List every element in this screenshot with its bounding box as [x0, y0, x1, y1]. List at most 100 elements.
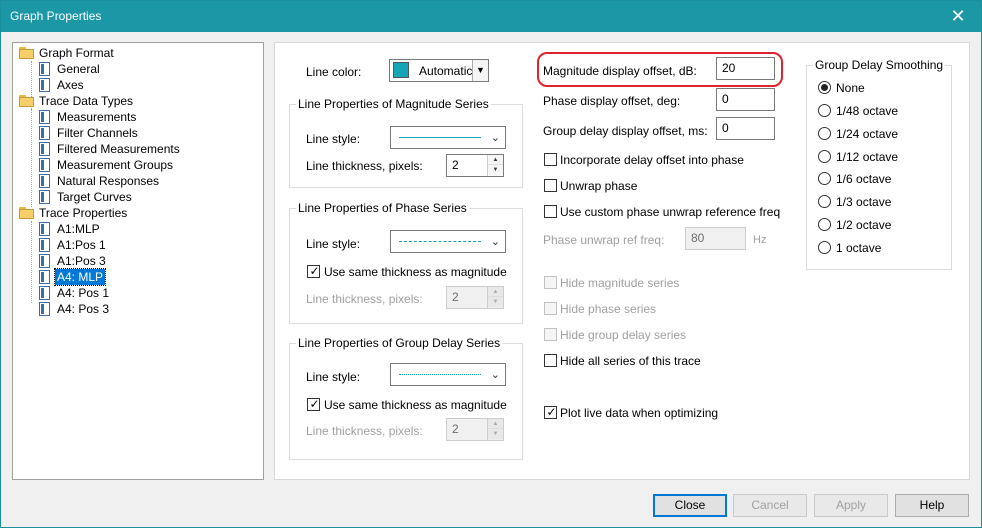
smoothing-option-label: 1/6 octave: [836, 172, 892, 186]
close-button[interactable]: Close: [653, 494, 727, 517]
smoothing-radio-1-3[interactable]: [818, 195, 831, 208]
phase-same-thickness-checkbox[interactable]: ✓: [307, 264, 320, 278]
magnitude-thickness-spinner[interactable]: 2 ▲ ▼: [446, 154, 504, 177]
plot-live-label: Plot live data when optimizing: [560, 406, 719, 420]
dash-dot-line-sample: [399, 374, 481, 375]
page-icon: [39, 222, 50, 236]
magnitude-series-group: Line Properties of Magnitude Series Line…: [289, 97, 523, 188]
smoothing-radio-1-6[interactable]: [818, 172, 831, 185]
smoothing-radio-1-12[interactable]: [818, 150, 831, 163]
line-color-dropdown[interactable]: Automatic ▼: [389, 59, 489, 82]
tree-item-measurements[interactable]: Measurements: [37, 109, 257, 125]
incorporate-delay-label: Incorporate delay offset into phase: [560, 153, 744, 167]
smoothing-radio-none[interactable]: [818, 81, 831, 94]
tree-connector: [31, 109, 32, 207]
tree-item-a4-mlp[interactable]: A4: MLP: [37, 268, 257, 286]
page-icon: [39, 190, 50, 204]
close-window-icon[interactable]: ✕: [935, 1, 981, 32]
hide-phase-label: Hide phase series: [560, 302, 657, 316]
page-icon: [39, 62, 50, 76]
window-title: Graph Properties: [10, 9, 102, 23]
hide-group-delay-label: Hide group delay series: [560, 328, 687, 342]
smoothing-option-label: 1/24 octave: [836, 127, 899, 141]
phase-group-legend: Line Properties of Phase Series: [296, 201, 469, 215]
hide-all-checkbox[interactable]: [544, 354, 557, 367]
tree-item-label: A1:Pos 3: [57, 254, 106, 268]
phase-line-style-label: Line style:: [306, 237, 361, 251]
custom-unwrap-label: Use custom phase unwrap reference freq: [560, 205, 781, 219]
chevron-down-icon: ⌄: [490, 132, 500, 144]
group-delay-series-group: Line Properties of Group Delay Series Li…: [289, 336, 523, 460]
spin-up-icon[interactable]: ▲: [488, 155, 503, 165]
group-delay-thickness-spinner[interactable]: 2 ▲ ▼: [446, 418, 504, 441]
smoothing-radio-1-24[interactable]: [818, 127, 831, 140]
tree-item-general[interactable]: General: [37, 61, 257, 77]
dashed-line-sample: [399, 241, 481, 242]
graph-properties-window: Graph Properties ✕ Graph Format General …: [0, 0, 982, 528]
tree-item-a1-pos3[interactable]: A1:Pos 3: [37, 253, 257, 269]
page-icon: [39, 302, 50, 316]
smoothing-radio-1-2[interactable]: [818, 218, 831, 231]
tree-item-label: Measurement Groups: [57, 158, 174, 172]
spin-up-icon: ▲: [488, 287, 503, 297]
page-icon: [39, 158, 50, 172]
tree-item-trace-data-types[interactable]: Trace Data Types: [17, 93, 257, 109]
magnitude-line-style-dropdown[interactable]: ⌄: [390, 126, 506, 149]
smoothing-radio-1-octave[interactable]: [818, 241, 831, 254]
help-button[interactable]: Help: [895, 494, 969, 517]
group-delay-thickness-label: Line thickness, pixels:: [306, 424, 423, 438]
hide-magnitude-checkbox[interactable]: [544, 276, 557, 289]
smoothing-option-label: 1/2 octave: [836, 218, 892, 232]
tree-connector: [31, 221, 32, 303]
page-icon: [39, 238, 50, 252]
incorporate-delay-checkbox[interactable]: [544, 153, 557, 166]
magnitude-offset-input[interactable]: 20: [716, 57, 775, 80]
hide-phase-checkbox[interactable]: [544, 302, 557, 315]
unwrap-phase-checkbox[interactable]: [544, 179, 557, 192]
tree-item-label: A4: Pos 1: [57, 286, 110, 300]
group-delay-group-legend: Line Properties of Group Delay Series: [296, 336, 503, 350]
tree-item-label: Trace Data Types: [39, 94, 134, 108]
plot-live-checkbox[interactable]: ✓: [544, 405, 557, 419]
group-delay-line-style-dropdown[interactable]: ⌄: [390, 363, 506, 386]
unwrap-ref-input[interactable]: 80: [685, 227, 746, 250]
phase-same-thickness-label: Use same thickness as magnitude: [324, 265, 507, 279]
tree-item-trace-properties[interactable]: Trace Properties: [17, 205, 257, 221]
group-delay-same-thickness-checkbox[interactable]: ✓: [307, 397, 320, 411]
tree-item-filter-channels[interactable]: Filter Channels: [37, 125, 257, 141]
unwrap-ref-unit: Hz: [753, 234, 767, 246]
group-delay-offset-input[interactable]: 0: [716, 117, 775, 140]
spin-down-icon[interactable]: ▼: [488, 165, 503, 175]
tree-item-a4-pos3[interactable]: A4: Pos 3: [37, 301, 257, 317]
page-icon: [39, 286, 50, 300]
properties-tree[interactable]: Graph Format General Axes Trace Data Typ…: [12, 42, 264, 480]
phase-thickness-spinner[interactable]: 2 ▲ ▼: [446, 286, 504, 309]
hide-group-delay-checkbox[interactable]: [544, 328, 557, 341]
phase-line-style-dropdown[interactable]: ⌄: [390, 230, 506, 253]
spin-down-icon: ▼: [488, 429, 503, 439]
magnitude-thickness-label: Line thickness, pixels:: [306, 159, 423, 173]
page-icon: [39, 270, 50, 284]
tree-item-measurement-groups[interactable]: Measurement Groups: [37, 157, 257, 173]
apply-button[interactable]: Apply: [814, 494, 888, 517]
unwrap-phase-label: Unwrap phase: [560, 179, 638, 193]
tree-item-a1-mlp[interactable]: A1:MLP: [37, 221, 257, 237]
phase-offset-input[interactable]: 0: [716, 88, 775, 111]
cancel-button[interactable]: Cancel: [733, 494, 807, 517]
tree-item-a1-pos1[interactable]: A1:Pos 1: [37, 237, 257, 253]
tree-item-label: A4: Pos 3: [57, 302, 110, 316]
tree-item-filtered-measurements[interactable]: Filtered Measurements: [37, 141, 257, 157]
tree-item-label: Natural Responses: [57, 174, 160, 188]
tree-item-graph-format[interactable]: Graph Format: [17, 45, 257, 61]
tree-item-natural-responses[interactable]: Natural Responses: [37, 173, 257, 189]
tree-item-label: Target Curves: [57, 190, 132, 204]
magnitude-line-style-label: Line style:: [306, 132, 361, 146]
custom-unwrap-checkbox[interactable]: [544, 205, 557, 218]
tree-item-a4-pos1[interactable]: A4: Pos 1: [37, 285, 257, 301]
tree-item-target-curves[interactable]: Target Curves: [37, 189, 257, 205]
hide-magnitude-label: Hide magnitude series: [560, 276, 680, 290]
folder-icon: [19, 47, 34, 59]
smoothing-option-label: 1/12 octave: [836, 150, 899, 164]
smoothing-radio-1-48[interactable]: [818, 104, 831, 117]
tree-item-axes[interactable]: Axes: [37, 77, 257, 93]
